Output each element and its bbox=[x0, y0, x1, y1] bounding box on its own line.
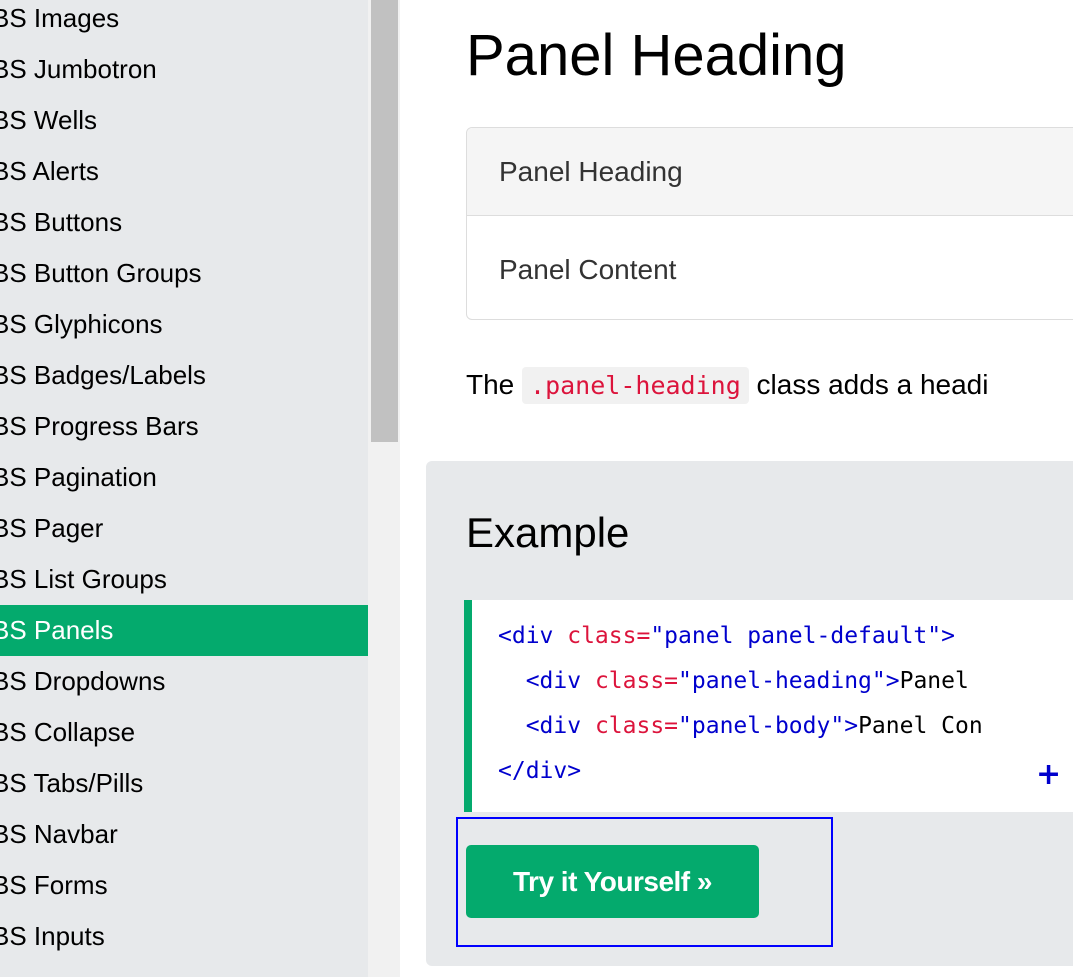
sidebar-scrollbar-thumb[interactable] bbox=[371, 0, 398, 442]
inline-code: .panel-heading bbox=[522, 367, 749, 404]
sidebar-item-bs-panels[interactable]: BS Panels bbox=[0, 605, 368, 656]
description-before: The bbox=[466, 369, 523, 400]
code-tag: <div bbox=[525, 713, 582, 739]
sidebar-item-bs-wells[interactable]: BS Wells bbox=[0, 95, 368, 146]
sidebar-item-bs-jumbotron[interactable]: BS Jumbotron bbox=[0, 44, 368, 95]
sidebar-item-bs-inputs[interactable]: BS Inputs bbox=[0, 911, 368, 962]
demo-panel-body: Panel Content bbox=[499, 254, 677, 285]
sidebar-item-bs-pagination[interactable]: BS Pagination bbox=[0, 452, 368, 503]
sidebar-item-bs-badges-labels[interactable]: BS Badges/Labels bbox=[0, 350, 368, 401]
sidebar-item-bs-dropdowns[interactable]: BS Dropdowns bbox=[0, 656, 368, 707]
code-tag: > bbox=[844, 713, 859, 739]
code-tag: > bbox=[941, 623, 955, 649]
code-tag: > bbox=[885, 668, 900, 694]
sidebar-nav: BS Images BS Jumbotron BS Wells BS Alerts BS… bbox=[0, 0, 368, 977]
sidebar-item-bs-button-groups[interactable]: BS Button Groups bbox=[0, 248, 368, 299]
expand-plus-icon[interactable]: + bbox=[1036, 760, 1061, 790]
sidebar-item-bs-tabs-pills[interactable]: BS Tabs/Pills bbox=[0, 758, 368, 809]
page-title: Panel Heading bbox=[466, 23, 847, 88]
code-value: "panel-heading" bbox=[678, 668, 886, 694]
example-title: Example bbox=[466, 509, 630, 556]
sidebar-item-bs-forms[interactable]: BS Forms bbox=[0, 860, 368, 911]
code-tag: <div bbox=[498, 623, 554, 649]
code-text: Panel bbox=[899, 668, 969, 694]
code-text: Panel Con bbox=[858, 713, 983, 739]
demo-panel-heading: Panel Heading bbox=[467, 128, 1073, 216]
description-after: class adds a headi bbox=[748, 369, 989, 400]
code-tag: <div bbox=[525, 668, 582, 694]
code-line-3: <div class="panel-body">Panel Con bbox=[498, 711, 983, 741]
sidebar-item-bs-navbar[interactable]: BS Navbar bbox=[0, 809, 368, 860]
highlight-box bbox=[456, 817, 833, 947]
code-tag: </div> bbox=[498, 758, 582, 784]
sidebar-item-bs-images[interactable]: BS Images bbox=[0, 0, 368, 44]
sidebar-item-bs-buttons[interactable]: BS Buttons bbox=[0, 197, 368, 248]
demo-panel: Panel Heading Panel Content bbox=[466, 127, 1073, 320]
code-block: <div class="panel panel-default"> <div c… bbox=[464, 600, 1073, 812]
code-line-4: </div> bbox=[498, 756, 581, 786]
sidebar-item-bs-glyphicons[interactable]: BS Glyphicons bbox=[0, 299, 368, 350]
sidebar-item-bs-pager[interactable]: BS Pager bbox=[0, 503, 368, 554]
code-attr: class= bbox=[581, 668, 679, 694]
sidebar-item-bs-alerts[interactable]: BS Alerts bbox=[0, 146, 368, 197]
sidebar-item-bs-list-groups[interactable]: BS List Groups bbox=[0, 554, 368, 605]
description-text: The .panel-heading class adds a headi bbox=[466, 362, 988, 409]
sidebar-item-bs-collapse[interactable]: BS Collapse bbox=[0, 707, 368, 758]
code-line-2: <div class="panel-heading">Panel bbox=[498, 666, 969, 696]
sidebar-item-bs-progress-bars[interactable]: BS Progress Bars bbox=[0, 401, 368, 452]
code-value: "panel-body" bbox=[678, 713, 845, 739]
code-line-1: <div class="panel panel-default"> bbox=[498, 621, 955, 651]
code-attr: class= bbox=[553, 623, 651, 649]
code-attr: class= bbox=[581, 713, 679, 739]
code-value: "panel panel-default" bbox=[650, 623, 942, 649]
